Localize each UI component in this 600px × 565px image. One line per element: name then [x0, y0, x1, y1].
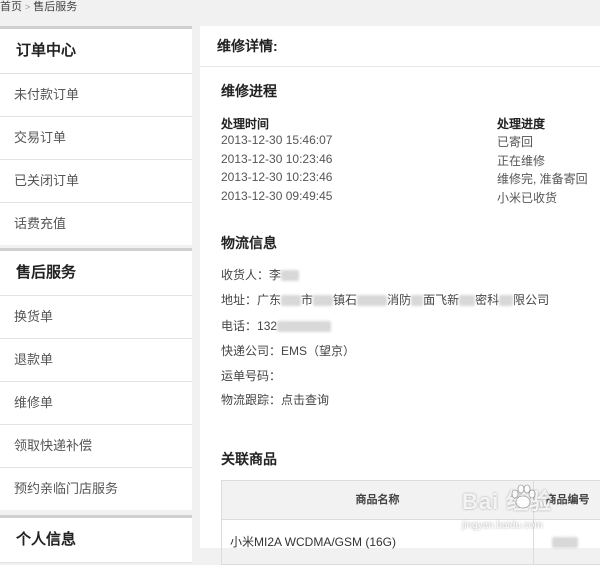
sidebar-item-store-appointment[interactable]: 预约亲临门店服务 [0, 468, 192, 510]
address-part: 市 [301, 293, 314, 307]
address-part: 镇石 [333, 293, 358, 307]
redaction [281, 270, 300, 282]
redaction [459, 295, 476, 307]
waybill-line: 运单号码： [221, 367, 281, 384]
tracking-query-link[interactable]: 点击查询 [281, 393, 329, 407]
tracking-line: 物流跟踪：点击查询 [221, 391, 329, 408]
progress-row-time: 2013-12-30 15:46:07 [221, 133, 333, 147]
redaction [357, 295, 388, 307]
sidebar-item-courier-compensation[interactable]: 领取快递补偿 [0, 425, 192, 468]
address-part: 消防 [387, 293, 412, 307]
phone-value: 132 [257, 319, 278, 333]
breadcrumb-home[interactable]: 首页 [0, 1, 22, 13]
progress-row-status: 正在维修 [497, 154, 546, 168]
redaction [499, 295, 514, 307]
waybill-label: 运单号码： [221, 369, 282, 383]
progress-column-status: 处理进度 [497, 117, 546, 131]
phone-line: 电话：132 [221, 317, 332, 334]
address-part: 限公司 [513, 293, 550, 307]
sidebar-section-after-sales: 售后服务 换货单 退款单 维修单 领取快递补偿 预约亲临门店服务 [0, 248, 192, 510]
redaction [313, 295, 334, 307]
tracking-label: 物流跟踪： [221, 393, 282, 407]
paw-icon [511, 484, 536, 509]
baidu-jingyan-watermark: Bai 经验 jingyan.baidu.com [456, 484, 596, 544]
phone-label: 电话： [221, 319, 258, 333]
redaction [281, 295, 302, 307]
receiver-value: 李 [269, 268, 282, 282]
address-line: 地址：广东 市 镇石 消防 面飞新 密科 限公司 [221, 291, 549, 308]
breadcrumb: 首页 > 售后服务 [0, 0, 77, 16]
progress-row-time: 2013-12-30 10:23:46 [221, 152, 333, 166]
sidebar-item-refund[interactable]: 退款单 [0, 339, 192, 382]
sidebar-heading-order-center: 订单中心 [0, 29, 192, 74]
progress-row-status: 维修完, 准备寄回 [497, 172, 588, 186]
sidebar-item-repair[interactable]: 维修单 [0, 382, 192, 425]
progress-row-status: 已寄回 [497, 135, 534, 149]
receiver-line: 收货人：李 [221, 266, 300, 283]
related-goods-section-title: 关联商品 [221, 451, 277, 467]
sidebar-item-closed-orders[interactable]: 已关闭订单 [0, 160, 192, 203]
courier-value: EMS（望京） [281, 344, 356, 358]
address-part: 广东 [257, 293, 282, 307]
sidebar-item-trade-orders[interactable]: 交易订单 [0, 117, 192, 160]
sidebar-section-personal: 个人信息 [0, 515, 192, 563]
repair-detail-panel: 维修详情: 维修进程 处理时间 处理进度 2013-12-30 15:46:07… [200, 26, 600, 565]
sidebar-heading-personal: 个人信息 [0, 518, 192, 563]
logistics-section-title: 物流信息 [221, 235, 277, 251]
receiver-label: 收货人： [221, 268, 270, 282]
courier-label: 快递公司： [221, 344, 282, 358]
progress-section-title: 维修进程 [221, 83, 277, 99]
sidebar-item-unpaid-orders[interactable]: 未付款订单 [0, 74, 192, 117]
address-part: 密科 [475, 293, 500, 307]
progress-row-status: 小米已收货 [497, 191, 558, 205]
watermark-url: jingyan.baidu.com [462, 520, 543, 531]
sidebar-section-order-center: 订单中心 未付款订单 交易订单 已关闭订单 话费充值 [0, 26, 192, 245]
address-label: 地址： [221, 293, 258, 307]
redaction [277, 321, 332, 333]
sidebar-item-exchange[interactable]: 换货单 [0, 296, 192, 339]
redaction [411, 295, 424, 307]
progress-row-time: 2013-12-30 09:49:45 [221, 189, 333, 203]
progress-column-time: 处理时间 [221, 117, 270, 131]
page-title: 维修详情: [200, 26, 600, 67]
progress-row-time: 2013-12-30 10:23:46 [221, 170, 333, 184]
sidebar-item-phone-recharge[interactable]: 话费充值 [0, 203, 192, 245]
breadcrumb-separator: > [25, 2, 31, 12]
courier-line: 快递公司：EMS（望京） [221, 342, 355, 359]
product-name-cell: 小米MI2A WCDMA/GSM (16G) [230, 535, 397, 549]
address-part: 面飞新 [423, 293, 460, 307]
sidebar-heading-after-sales: 售后服务 [0, 251, 192, 296]
breadcrumb-current: 售后服务 [33, 1, 78, 13]
